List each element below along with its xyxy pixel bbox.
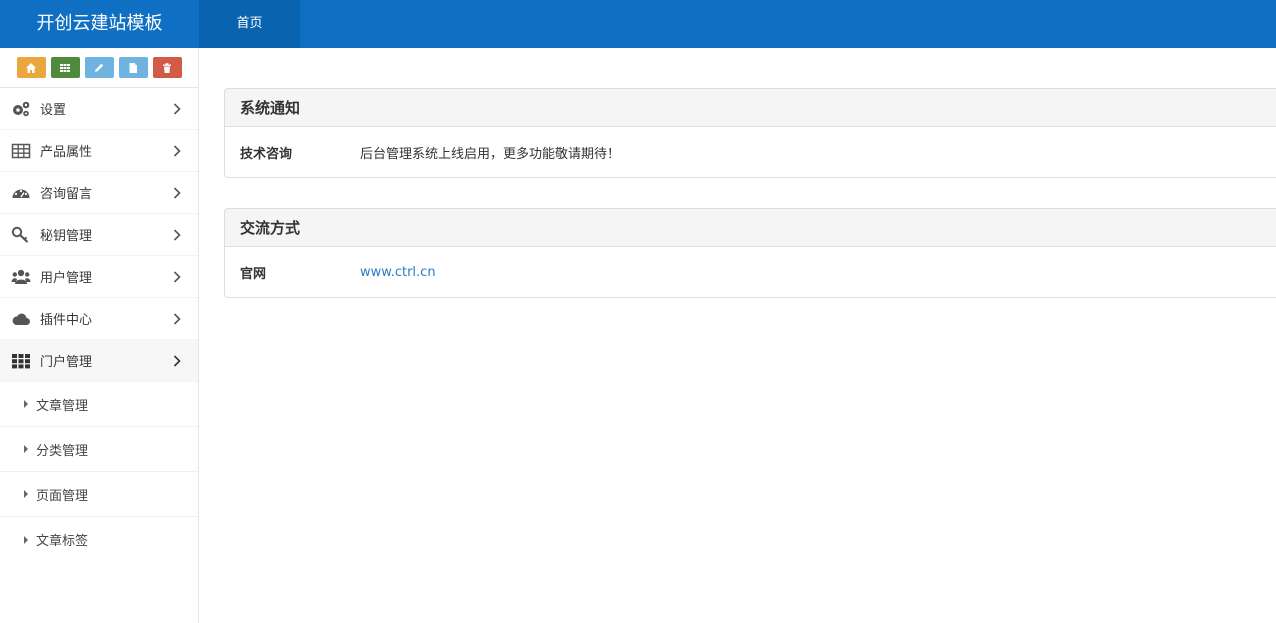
caret-right-icon bbox=[24, 535, 28, 544]
sidebar-item-plugin-center[interactable]: 插件中心 bbox=[0, 298, 198, 340]
shortcut-home-button[interactable] bbox=[16, 57, 46, 78]
submenu-item-label: 文章管理 bbox=[36, 398, 89, 414]
submenu-item-category-management[interactable]: 分类管理 bbox=[0, 427, 198, 472]
submenu-item-article-management[interactable]: 文章管理 bbox=[0, 382, 198, 427]
sidebar-item-label: 插件中心 bbox=[40, 313, 93, 328]
chevron-right-icon bbox=[173, 271, 181, 283]
sidebar-item-portal-management[interactable]: 门户管理 bbox=[0, 340, 198, 382]
pencil-icon bbox=[95, 63, 104, 72]
sidebar-item-label: 秘钥管理 bbox=[40, 229, 93, 244]
grid-icon bbox=[60, 63, 70, 72]
users-icon bbox=[11, 268, 31, 286]
submenu-item-article-tags[interactable]: 文章标签 bbox=[0, 517, 198, 562]
submenu-item-label: 分类管理 bbox=[36, 443, 89, 459]
contact-row: 官网 www.ctrl.cn bbox=[225, 247, 1276, 297]
shortcut-edit-button[interactable] bbox=[84, 57, 114, 78]
nav-home-tab[interactable]: 首页 bbox=[199, 0, 300, 48]
notice-label: 技术咨询 bbox=[240, 146, 293, 162]
sidebar-item-key-management[interactable]: 秘钥管理 bbox=[0, 214, 198, 256]
submenu-item-page-management[interactable]: 页面管理 bbox=[0, 472, 198, 517]
panel-title: 系统通知 bbox=[225, 89, 1276, 127]
system-notice-panel: 系统通知 技术咨询 后台管理系统上线启用，更多功能敬请期待！ bbox=[224, 88, 1276, 178]
shortcut-grid-button[interactable] bbox=[50, 57, 80, 78]
sidebar-item-settings[interactable]: 设置 bbox=[0, 88, 198, 130]
sidebar-item-label: 用户管理 bbox=[40, 271, 93, 286]
sidebar-item-consult-messages[interactable]: 咨询留言 bbox=[0, 172, 198, 214]
chevron-right-icon bbox=[173, 229, 181, 241]
chevron-right-icon bbox=[173, 145, 181, 157]
gears-icon bbox=[11, 100, 31, 118]
sidebar: 设置 产品属性 咨询留言 秘钥管理 用户管理 插件中心 门户管理 文章管理 分类… bbox=[0, 48, 199, 623]
sidebar-item-label: 咨询留言 bbox=[40, 187, 93, 202]
sidebar-item-label: 设置 bbox=[40, 103, 67, 118]
chevron-right-icon bbox=[173, 355, 181, 367]
th-icon bbox=[11, 352, 31, 370]
shortcut-delete-button[interactable] bbox=[152, 57, 182, 78]
panel-title: 交流方式 bbox=[225, 209, 1276, 247]
sidebar-item-user-management[interactable]: 用户管理 bbox=[0, 256, 198, 298]
cloud-icon bbox=[11, 310, 31, 328]
trash-icon bbox=[163, 62, 171, 73]
brand-title[interactable]: 开创云建站模板 bbox=[0, 0, 199, 48]
website-link[interactable]: www.ctrl.cn bbox=[360, 265, 436, 280]
dashboard-icon bbox=[11, 184, 31, 202]
caret-right-icon bbox=[24, 445, 28, 453]
sidebar-item-product-attributes[interactable]: 产品属性 bbox=[0, 130, 198, 172]
chevron-right-icon bbox=[173, 313, 181, 325]
notice-row: 技术咨询 后台管理系统上线启用，更多功能敬请期待！ bbox=[225, 127, 1276, 177]
shortcut-file-button[interactable] bbox=[118, 57, 148, 78]
file-icon bbox=[129, 62, 137, 73]
top-navbar: 开创云建站模板 首页 bbox=[0, 0, 1276, 48]
notice-value: 后台管理系统上线启用，更多功能敬请期待！ bbox=[360, 146, 621, 162]
contact-label: 官网 bbox=[240, 266, 267, 282]
home-icon bbox=[26, 62, 36, 73]
sidebar-item-label: 门户管理 bbox=[40, 355, 93, 370]
chevron-right-icon bbox=[173, 103, 181, 115]
submenu-item-label: 页面管理 bbox=[36, 488, 89, 504]
contact-panel: 交流方式 官网 www.ctrl.cn bbox=[224, 208, 1276, 298]
submenu-item-label: 文章标签 bbox=[36, 534, 89, 549]
table-icon bbox=[11, 142, 31, 160]
key-icon bbox=[11, 226, 31, 244]
caret-right-icon bbox=[24, 400, 28, 408]
caret-right-icon bbox=[24, 490, 28, 498]
chevron-right-icon bbox=[173, 187, 181, 199]
shortcut-bar bbox=[0, 48, 198, 88]
sidebar-item-label: 产品属性 bbox=[40, 145, 93, 160]
